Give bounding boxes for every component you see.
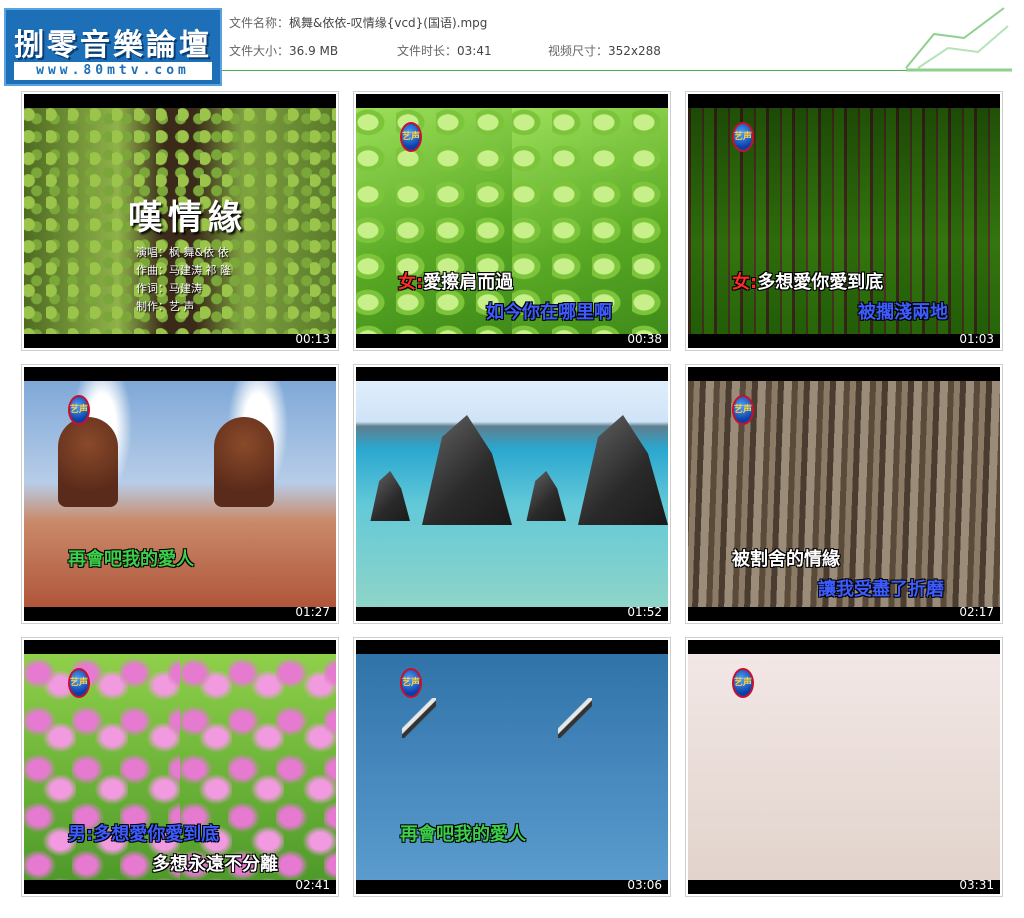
thumbnail[interactable]: 艺声 被割舍的情緣 讓我受盡了折磨 02:17 xyxy=(685,364,1003,624)
video-frame: 01:52 xyxy=(356,367,668,621)
channel-logo-icon: 艺声 xyxy=(400,668,422,698)
frame-scene xyxy=(356,381,668,607)
lyric-line-2: 讓我受盡了折磨 xyxy=(818,579,944,600)
file-name-value: 枫舞&依依-叹情缘{vcd}(国语).mpg xyxy=(289,16,488,30)
video-frame: 艺声 03:31 xyxy=(688,640,1000,894)
frame-scene: 艺声 女:愛擦肩而過 如今你在哪里啊 xyxy=(356,108,668,334)
thumbnail[interactable]: 艺声 男:多想愛你愛到底 多想永遠不分離 02:41 xyxy=(21,637,339,897)
channel-logo-icon: 艺声 xyxy=(68,668,90,698)
lion-statue xyxy=(58,417,118,507)
dimensions-row: 视频尺寸：352x288 xyxy=(548,42,661,59)
duration-label: 文件时长： xyxy=(397,44,458,58)
frame-scene: 嘆情緣 演唱：枫 舞&依 依 作曲：马建涛 祁 隆 作词：马建涛 制作：艺 声 xyxy=(24,108,336,334)
lyric-line-1: 男:多想愛你愛到底 xyxy=(68,820,219,846)
lyric-line-2: 被擱淺兩地 xyxy=(858,298,948,324)
video-frame: 艺声 女:愛擦肩而過 如今你在哪里啊 00:38 xyxy=(356,94,668,348)
lyric-line-1: 女:愛擦肩而過 xyxy=(398,268,513,294)
credit-line: 制作：艺 声 xyxy=(136,300,195,313)
singer-tag: 女: xyxy=(398,272,424,293)
scene-half xyxy=(24,654,180,880)
song-title: 嘆情緣 xyxy=(128,198,248,238)
frame-scene: 艺声 xyxy=(688,654,1000,880)
rock xyxy=(370,471,410,521)
thumbnail[interactable]: 艺声 再會吧我的愛人 03:06 xyxy=(353,637,671,897)
file-name-label: 文件名称： xyxy=(229,16,290,30)
scene-half xyxy=(512,654,668,880)
timestamp: 01:27 xyxy=(295,605,330,619)
channel-logo-icon: 艺声 xyxy=(732,668,754,698)
frame-scene: 艺声 女:多想愛你愛到底 被擱淺兩地 xyxy=(688,108,1000,334)
dimensions-value: 352x288 xyxy=(608,44,661,58)
video-frame: 艺声 女:多想愛你愛到底 被擱淺兩地 01:03 xyxy=(688,94,1000,348)
scene-half xyxy=(24,381,180,607)
video-frame: 嘆情緣 演唱：枫 舞&依 依 作曲：马建涛 祁 隆 作词：马建涛 制作：艺 声 … xyxy=(24,94,336,348)
lyric-line-2: 如今你在哪里啊 xyxy=(486,302,612,323)
scene-half xyxy=(512,381,668,607)
thumbnail[interactable]: 艺声 女:愛擦肩而過 如今你在哪里啊 00:38 xyxy=(353,91,671,351)
timestamp: 01:03 xyxy=(959,332,994,346)
timestamp: 00:38 xyxy=(627,332,662,346)
lyric-text: 多想愛你愛到底 xyxy=(93,824,220,845)
singer-tag: 男: xyxy=(68,824,94,845)
frame-scene: 艺声 男:多想愛你愛到底 多想永遠不分離 xyxy=(24,654,336,880)
singer-tag: 女: xyxy=(732,272,758,293)
timestamp: 00:13 xyxy=(295,332,330,346)
lyric-text: 愛擦肩而過 xyxy=(423,272,514,293)
frame-scene: 艺声 被割舍的情緣 讓我受盡了折磨 xyxy=(688,381,1000,607)
duration-row: 文件时长：03:41 xyxy=(397,42,492,59)
lyric-line-1: 再會吧我的愛人 xyxy=(400,824,526,845)
channel-logo-icon: 艺声 xyxy=(732,395,754,425)
file-name-row: 文件名称：枫舞&依依-叹情缘{vcd}(国语).mpg xyxy=(229,14,487,31)
lion-statue xyxy=(214,417,274,507)
rock xyxy=(422,415,512,525)
credit-line: 作曲：马建涛 祁 隆 xyxy=(136,264,231,277)
logo-url: www.80mtv.com xyxy=(14,62,212,80)
timestamp: 03:31 xyxy=(959,878,994,892)
duration-value: 03:41 xyxy=(457,44,492,58)
lyric-text: 多想愛你愛到底 xyxy=(757,272,884,293)
timestamp: 02:41 xyxy=(295,878,330,892)
thumbnail[interactable]: 艺声 女:多想愛你愛到底 被擱淺兩地 01:03 xyxy=(685,91,1003,351)
lyric-line-1: 女:多想愛你愛到底 xyxy=(732,268,883,294)
thumbnail[interactable]: 艺声 再會吧我的愛人 01:27 xyxy=(21,364,339,624)
scene-half xyxy=(180,381,336,607)
timestamp: 02:17 xyxy=(959,605,994,619)
video-frame: 艺声 男:多想愛你愛到底 多想永遠不分離 02:41 xyxy=(24,640,336,894)
thumbnail[interactable]: 艺声 03:31 xyxy=(685,637,1003,897)
rock xyxy=(578,415,668,525)
channel-logo-icon: 艺声 xyxy=(68,395,90,425)
timestamp: 01:52 xyxy=(627,605,662,619)
scene-half xyxy=(180,654,336,880)
credit-line: 作词：马建涛 xyxy=(136,282,202,295)
thumbnail[interactable]: 嘆情緣 演唱：枫 舞&依 依 作曲：马建涛 祁 隆 作词：马建涛 制作：艺 声 … xyxy=(21,91,339,351)
rock xyxy=(526,471,566,521)
credit-line: 演唱：枫 舞&依 依 xyxy=(136,246,229,259)
scene-half xyxy=(356,381,512,607)
video-frame: 艺声 再會吧我的愛人 03:06 xyxy=(356,640,668,894)
timestamp: 03:06 xyxy=(627,878,662,892)
lyric-line-2: 多想永遠不分離 xyxy=(152,854,278,875)
thumbnail[interactable]: 01:52 xyxy=(353,364,671,624)
lyric-line-1: 被割舍的情緣 xyxy=(732,549,840,570)
file-size-row: 文件大小：36.9 MB xyxy=(229,42,338,59)
channel-logo-icon: 艺声 xyxy=(400,122,422,152)
file-size-value: 36.9 MB xyxy=(289,44,339,58)
site-logo: 捌零音樂論壇 www.80mtv.com xyxy=(4,8,222,86)
frame-scene: 艺声 再會吧我的愛人 xyxy=(24,381,336,607)
video-frame: 艺声 被割舍的情緣 讓我受盡了折磨 02:17 xyxy=(688,367,1000,621)
video-frame: 艺声 再會吧我的愛人 01:27 xyxy=(24,367,336,621)
header-decoration-icon xyxy=(905,7,1012,72)
bird xyxy=(402,698,436,738)
lyric-line-1: 再會吧我的愛人 xyxy=(68,549,194,570)
channel-logo-icon: 艺声 xyxy=(732,122,754,152)
logo-title: 捌零音樂論壇 xyxy=(14,28,212,63)
frame-scene: 艺声 再會吧我的愛人 xyxy=(356,654,668,880)
file-size-label: 文件大小： xyxy=(229,44,290,58)
scene-half xyxy=(356,654,512,880)
bird xyxy=(558,698,592,738)
header-divider xyxy=(222,70,1010,71)
dimensions-label: 视频尺寸： xyxy=(548,44,609,58)
lyric-text: 被擱淺兩地 xyxy=(858,302,948,323)
